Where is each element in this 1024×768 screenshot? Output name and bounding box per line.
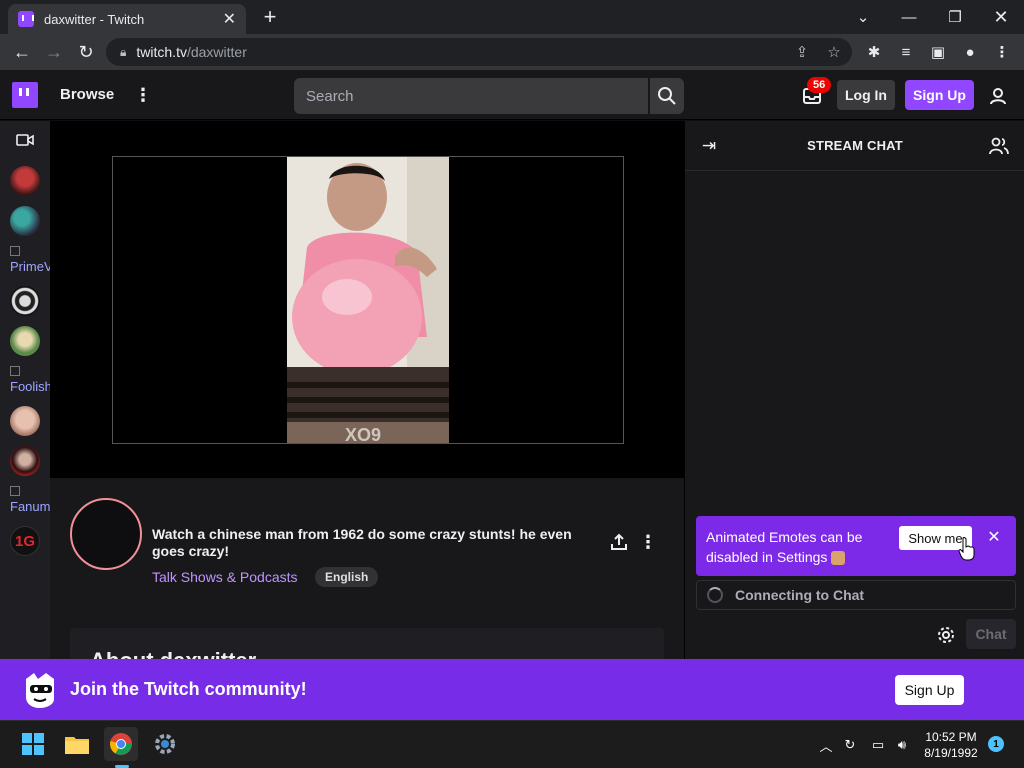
channel-avatar-broken[interactable]: Fanum [10, 486, 50, 513]
browser-toolbar: ← → ↻ 🔒︎ twitch.tv/daxwitter ⇪ ☆ ✱ ≡ ▣ ●… [0, 34, 1024, 70]
new-tab-button[interactable]: + [258, 5, 282, 29]
user-menu-icon[interactable] [986, 84, 1010, 108]
media-controls-icon[interactable]: ≡ [894, 40, 918, 64]
chevron-up-icon[interactable]: ︿ [816, 735, 836, 755]
stream-title: Watch a chinese man from 1962 do some cr… [152, 526, 572, 559]
notification-badge[interactable]: 1 [988, 736, 1004, 752]
close-icon[interactable]: ✕ [984, 527, 1004, 547]
tab-title: daxwitter - Twitch [44, 11, 145, 27]
stream-more-icon[interactable]: ⋮ [639, 531, 657, 553]
community-users-icon[interactable] [987, 135, 1011, 157]
emote-banner-text: Animated Emotes can be disabled in Setti… [706, 529, 863, 566]
browser-tab[interactable]: daxwitter - Twitch ✕ [8, 4, 246, 34]
share-page-icon[interactable]: ⇪ [790, 38, 814, 66]
emote-icon [831, 551, 846, 566]
main-content: XO9 Watch a chinese man from 1962 do som… [50, 121, 684, 659]
language-tag[interactable]: English [315, 567, 379, 587]
back-arrow-icon[interactable]: ← [10, 40, 34, 64]
chat-send-button[interactable]: Chat [966, 619, 1016, 649]
more-menu-icon[interactable]: ⋮ [134, 84, 152, 106]
side-panel-icon[interactable]: ▣ [926, 40, 950, 64]
address-bar[interactable]: 🔒︎ twitch.tv/daxwitter ⇪ ☆ [106, 38, 852, 66]
twitch-top-nav: Browse ⋮ Search 56 Log In Sign Up [0, 70, 1024, 120]
windows-taskbar: ︿ ↻ ▭ 🔊︎ 10:52 PM 8/19/1992 1 [0, 720, 1024, 768]
close-window-button[interactable]: ✕ [978, 0, 1024, 34]
profile-icon[interactable]: ● [958, 40, 982, 64]
stream-chat-panel: ⇥ STREAM CHAT Animated Emotes can be dis… [684, 121, 1024, 659]
browser-tab-strip: daxwitter - Twitch ✕ + ⌄ — ❐ ✕ [0, 0, 1024, 34]
channel-avatar[interactable] [10, 326, 40, 356]
windows-start-icon[interactable] [16, 727, 50, 761]
channel-avatar[interactable] [10, 206, 40, 236]
video-caption: XO9 [345, 425, 381, 443]
bookmark-star-icon[interactable]: ☆ [822, 38, 846, 66]
stream-category-link[interactable]: Talk Shows & Podcasts [152, 569, 298, 585]
video-camera-icon[interactable] [16, 133, 36, 149]
file-explorer-icon[interactable] [60, 727, 94, 761]
about-heading: About daxwitter [90, 648, 256, 659]
browse-link[interactable]: Browse [60, 86, 114, 103]
network-icon[interactable]: ▭ [868, 735, 888, 755]
video-thumbnail: XO9 [287, 157, 449, 443]
inbox-count-badge: 56 [807, 77, 832, 93]
search-input[interactable]: Search [294, 78, 648, 114]
twitch-logo-icon[interactable] [12, 82, 38, 108]
connecting-status: Connecting to Chat [696, 580, 1016, 610]
signup-button[interactable]: Sign Up [905, 80, 974, 110]
chat-settings-gear-icon[interactable] [935, 624, 957, 646]
extensions-icon[interactable]: ✱ [862, 40, 886, 64]
settings-gear-icon[interactable] [148, 727, 182, 761]
restore-button[interactable]: ❐ [932, 0, 978, 34]
reload-icon[interactable]: ↻ [74, 40, 98, 64]
share-icon[interactable] [608, 531, 630, 553]
join-community-text: Join the Twitch community! [70, 679, 307, 699]
loading-spinner-icon [707, 587, 723, 603]
twitch-mascot-icon [20, 671, 60, 709]
streamer-avatar[interactable] [70, 498, 142, 570]
url-path: /daxwitter [186, 44, 247, 60]
search-icon [658, 87, 676, 105]
tab-search-icon[interactable]: ⌄ [840, 0, 886, 34]
stream-info: Watch a chinese man from 1962 do some cr… [50, 478, 684, 659]
join-signup-button[interactable]: Sign Up [895, 675, 964, 705]
clock-date: 8/19/1992 [924, 746, 978, 760]
chrome-menu-icon[interactable]: ⋮ [990, 40, 1014, 64]
channel-avatar[interactable] [10, 166, 40, 196]
chat-title: STREAM CHAT [807, 138, 903, 153]
channel-avatar-broken[interactable]: PrimeV [10, 246, 50, 273]
side-nav: PrimeV Foolish Fanum 1G [0, 121, 50, 659]
connecting-text: Connecting to Chat [735, 587, 865, 603]
join-community-banner: Join the Twitch community! Sign Up [0, 659, 1024, 720]
channel-avatar[interactable] [10, 406, 40, 436]
video-player[interactable]: XO9 [50, 121, 684, 478]
volume-icon[interactable]: 🔊︎ [892, 735, 912, 755]
forward-arrow-icon[interactable]: → [42, 40, 66, 64]
search-button[interactable] [650, 78, 684, 114]
minimize-button[interactable]: — [886, 0, 932, 34]
twitch-favicon-icon [18, 11, 34, 27]
url-host: twitch.tv [136, 44, 187, 60]
channel-avatar-broken[interactable]: Foolish [10, 366, 50, 393]
system-clock[interactable]: 10:52 PM 8/19/1992 [916, 729, 986, 761]
clock-time: 10:52 PM [925, 730, 977, 744]
hand-pointer-icon [958, 537, 976, 561]
lock-icon: 🔒︎ [120, 44, 127, 59]
update-status-icon[interactable]: ↻ [840, 735, 860, 755]
video-frame: XO9 [112, 156, 624, 444]
login-button[interactable]: Log In [837, 80, 895, 110]
channel-avatar[interactable] [10, 286, 40, 316]
channel-avatar[interactable] [10, 446, 40, 476]
channel-avatar-1g[interactable]: 1G [10, 526, 40, 556]
chat-header: ⇥ STREAM CHAT [685, 121, 1024, 171]
chrome-icon[interactable] [104, 727, 138, 768]
tab-close-icon[interactable]: ✕ [223, 9, 236, 29]
